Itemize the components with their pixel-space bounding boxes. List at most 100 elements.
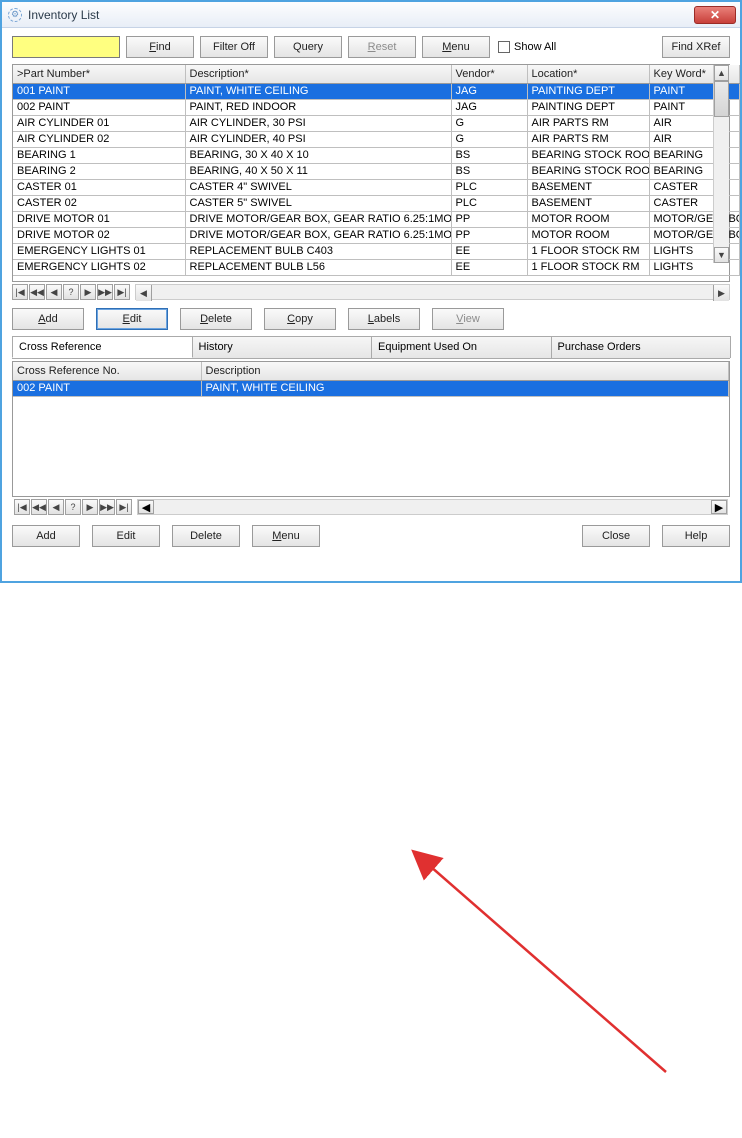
cell: 1 FLOOR STOCK RM <box>527 243 649 259</box>
nav-hscroll[interactable]: ◀ ▶ <box>135 284 730 300</box>
reset-button[interactable]: Reset <box>348 36 416 58</box>
table-row[interactable]: EMERGENCY LIGHTS 02REPLACEMENT BULB L56E… <box>13 259 739 275</box>
vertical-scrollbar[interactable]: ▲ ▼ <box>713 65 729 263</box>
table-row[interactable]: EMERGENCY LIGHTS 01REPLACEMENT BULB C403… <box>13 243 739 259</box>
cell: PLC <box>451 179 527 195</box>
cell: PAINTING DEPT <box>527 99 649 115</box>
cell: CASTER 4" SWIVEL <box>185 179 451 195</box>
view-button[interactable]: View <box>432 308 504 330</box>
dnav-help-icon[interactable]: ? <box>65 499 81 515</box>
cell: AIR PARTS RM <box>527 115 649 131</box>
cell: G <box>451 131 527 147</box>
scroll-up-icon[interactable]: ▲ <box>714 65 729 81</box>
footer-edit-button[interactable]: Edit <box>92 525 160 547</box>
inventory-grid[interactable]: >Part Number* Description* Vendor* Locat… <box>12 64 730 282</box>
dnav-next-icon[interactable]: ▶ <box>82 499 98 515</box>
dnav-hscroll[interactable]: ◀ ▶ <box>137 499 728 515</box>
cell: REPLACEMENT BULB C403 <box>185 243 451 259</box>
detail-col-description[interactable]: Description <box>201 362 729 380</box>
window-title: Inventory List <box>28 8 694 22</box>
tab-equipment[interactable]: Equipment Used On <box>371 336 552 358</box>
cell: 001 PAINT <box>13 83 185 99</box>
nav-last-icon[interactable]: ▶| <box>114 284 130 300</box>
dhscroll-right-icon[interactable]: ▶ <box>711 500 727 514</box>
add-button[interactable]: Add <box>12 308 84 330</box>
checkbox-icon <box>498 41 510 53</box>
nav-help-icon[interactable]: ? <box>63 284 79 300</box>
footer-delete-button[interactable]: Delete <box>172 525 240 547</box>
dnav-prev-page-icon[interactable]: ◀◀ <box>31 499 47 515</box>
hscroll-left-icon[interactable]: ◀ <box>136 285 152 301</box>
table-row[interactable]: DRIVE MOTOR 01DRIVE MOTOR/GEAR BOX, GEAR… <box>13 211 739 227</box>
footer-menu-button[interactable]: Menu <box>252 525 320 547</box>
scroll-down-icon[interactable]: ▼ <box>714 247 729 263</box>
nav-next-page-icon[interactable]: ▶▶ <box>97 284 113 300</box>
detail-grid[interactable]: Cross Reference No. Description 002 PAIN… <box>12 361 730 497</box>
table-row[interactable]: BEARING 1BEARING, 30 X 40 X 10BSBEARING … <box>13 147 739 163</box>
edit-button[interactable]: Edit <box>96 308 168 330</box>
tab-purchase-orders[interactable]: Purchase Orders <box>551 336 732 358</box>
search-input[interactable] <box>12 36 120 58</box>
cell: DRIVE MOTOR 01 <box>13 211 185 227</box>
cell: BASEMENT <box>527 179 649 195</box>
detail-col-ref-no[interactable]: Cross Reference No. <box>13 362 201 380</box>
annotation-arrow <box>2 555 742 1138</box>
grid-actions: Add Edit Delete Copy Labels View <box>2 304 740 336</box>
show-all-label: Show All <box>514 41 556 53</box>
footer-add-button[interactable]: Add <box>12 525 80 547</box>
table-row[interactable]: CASTER 02CASTER 5" SWIVELPLCBASEMENTCAST… <box>13 195 739 211</box>
cell: BEARING STOCK ROOM <box>527 163 649 179</box>
col-part-number[interactable]: >Part Number* <box>13 65 185 83</box>
cell: EE <box>451 243 527 259</box>
table-row[interactable]: BEARING 2BEARING, 40 X 50 X 11BSBEARING … <box>13 163 739 179</box>
footer-help-button[interactable]: Help <box>662 525 730 547</box>
col-location[interactable]: Location* <box>527 65 649 83</box>
scroll-thumb[interactable] <box>714 81 729 117</box>
cell: BASEMENT <box>527 195 649 211</box>
cell: PLC <box>451 195 527 211</box>
nav-prev-page-icon[interactable]: ◀◀ <box>29 284 45 300</box>
table-row[interactable]: AIR CYLINDER 02AIR CYLINDER, 40 PSIGAIR … <box>13 131 739 147</box>
detail-tabs: Cross Reference History Equipment Used O… <box>12 336 730 359</box>
find-button[interactable]: Find <box>126 36 194 58</box>
tab-history[interactable]: History <box>192 336 373 358</box>
find-xref-button[interactable]: Find XRef <box>662 36 730 58</box>
delete-button[interactable]: Delete <box>180 308 252 330</box>
cell: CASTER 02 <box>13 195 185 211</box>
col-description[interactable]: Description* <box>185 65 451 83</box>
labels-button[interactable]: Labels <box>348 308 420 330</box>
cell: AIR CYLINDER, 40 PSI <box>185 131 451 147</box>
nav-first-icon[interactable]: |◀ <box>12 284 28 300</box>
dnav-prev-icon[interactable]: ◀ <box>48 499 64 515</box>
scroll-track[interactable] <box>714 117 729 247</box>
cell: G <box>451 115 527 131</box>
cell: DRIVE MOTOR/GEAR BOX, GEAR RATIO 6.25:1M… <box>185 227 451 243</box>
col-vendor[interactable]: Vendor* <box>451 65 527 83</box>
tab-cross-reference[interactable]: Cross Reference <box>12 336 193 358</box>
table-row[interactable]: DRIVE MOTOR 02DRIVE MOTOR/GEAR BOX, GEAR… <box>13 227 739 243</box>
query-button[interactable]: Query <box>274 36 342 58</box>
table-row[interactable]: AIR CYLINDER 01AIR CYLINDER, 30 PSIGAIR … <box>13 115 739 131</box>
hscroll-right-icon[interactable]: ▶ <box>713 285 729 301</box>
dhscroll-left-icon[interactable]: ◀ <box>138 500 154 514</box>
copy-button[interactable]: Copy <box>264 308 336 330</box>
close-icon[interactable]: ✕ <box>694 6 736 24</box>
show-all-checkbox[interactable]: Show All <box>498 41 556 53</box>
dnav-last-icon[interactable]: ▶| <box>116 499 132 515</box>
filter-off-button[interactable]: Filter Off <box>200 36 268 58</box>
table-row[interactable]: 001 PAINTPAINT, WHITE CEILINGJAGPAINTING… <box>13 83 739 99</box>
table-row[interactable]: CASTER 01CASTER 4" SWIVELPLCBASEMENTCAST… <box>13 179 739 195</box>
table-row[interactable]: 002 PAINTPAINT, RED INDOORJAGPAINTING DE… <box>13 99 739 115</box>
cell: 1 FLOOR STOCK RM <box>527 259 649 275</box>
footer-close-button[interactable]: Close <box>582 525 650 547</box>
nav-prev-icon[interactable]: ◀ <box>46 284 62 300</box>
dnav-next-page-icon[interactable]: ▶▶ <box>99 499 115 515</box>
cell: PAINT, WHITE CEILING <box>201 380 729 396</box>
table-row[interactable]: 002 PAINTPAINT, WHITE CEILING <box>13 380 729 396</box>
menu-button[interactable]: Menu <box>422 36 490 58</box>
cell: BEARING 2 <box>13 163 185 179</box>
cell: BEARING, 40 X 50 X 11 <box>185 163 451 179</box>
dnav-first-icon[interactable]: |◀ <box>14 499 30 515</box>
nav-next-icon[interactable]: ▶ <box>80 284 96 300</box>
cell: DRIVE MOTOR/GEAR BOX, GEAR RATIO 6.25:1M… <box>185 211 451 227</box>
